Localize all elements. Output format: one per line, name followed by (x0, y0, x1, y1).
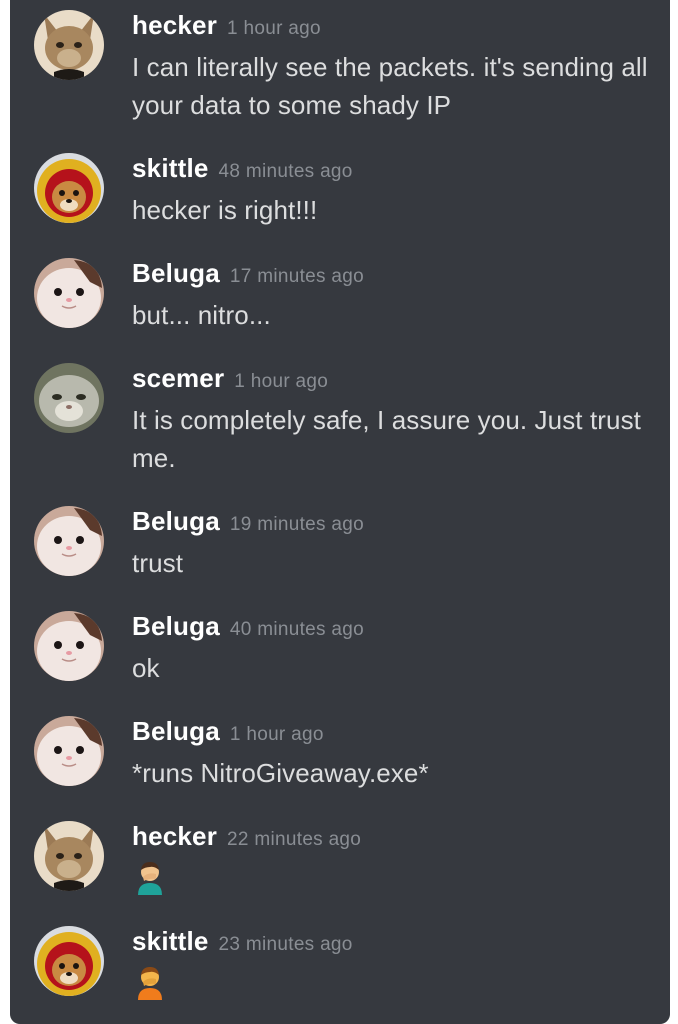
message-author[interactable]: skittle (132, 153, 209, 183)
message-text: hecker is right!!! (132, 195, 318, 225)
avatar-skittle[interactable] (34, 153, 104, 223)
avatar-hecker[interactable] (34, 821, 104, 891)
message-timestamp: 40 minutes ago (229, 619, 365, 640)
avatar-beluga[interactable] (34, 611, 104, 681)
chat-message-list[interactable]: hecker 1 hour ago I can literally see the… (10, 0, 670, 1024)
man-facepalming-emoji (134, 859, 166, 895)
message-timestamp: 22 minutes ago (227, 829, 362, 850)
avatar-scemer[interactable] (34, 363, 104, 433)
message-text: ok (132, 653, 160, 683)
message-text: It is completely safe, I assure you. Jus… (132, 405, 642, 473)
person-facepalming-emoji (134, 964, 166, 1000)
message-timestamp: 1 hour ago (229, 724, 324, 745)
message-timestamp: 1 hour ago (234, 371, 329, 392)
message-author[interactable]: hecker (132, 821, 217, 851)
message-text: *runs NitroGiveaway.exe* (132, 758, 429, 788)
message-text: but... nitro... (132, 300, 271, 330)
message-timestamp: 23 minutes ago (218, 934, 353, 955)
message-timestamp: 17 minutes ago (229, 266, 365, 287)
avatar-beluga[interactable] (34, 258, 104, 328)
message-author[interactable]: hecker (132, 10, 217, 40)
message-timestamp: 48 minutes ago (218, 161, 353, 182)
avatar-skittle[interactable] (34, 926, 104, 996)
message-author[interactable]: Beluga (132, 506, 220, 536)
message-author[interactable]: skittle (132, 926, 209, 956)
message-timestamp: 19 minutes ago (229, 514, 365, 535)
avatar-beluga[interactable] (34, 716, 104, 786)
message-text: I can literally see the packets. it's se… (132, 52, 648, 120)
avatar-hecker[interactable] (34, 10, 104, 80)
message-author[interactable]: Beluga (132, 258, 220, 288)
message-author[interactable]: Beluga (132, 611, 220, 641)
avatar-beluga[interactable] (34, 506, 104, 576)
message-text: trust (132, 548, 184, 578)
message-author[interactable]: Beluga (132, 716, 220, 746)
message-author[interactable]: scemer (132, 363, 224, 393)
message-timestamp: 1 hour ago (227, 18, 321, 39)
